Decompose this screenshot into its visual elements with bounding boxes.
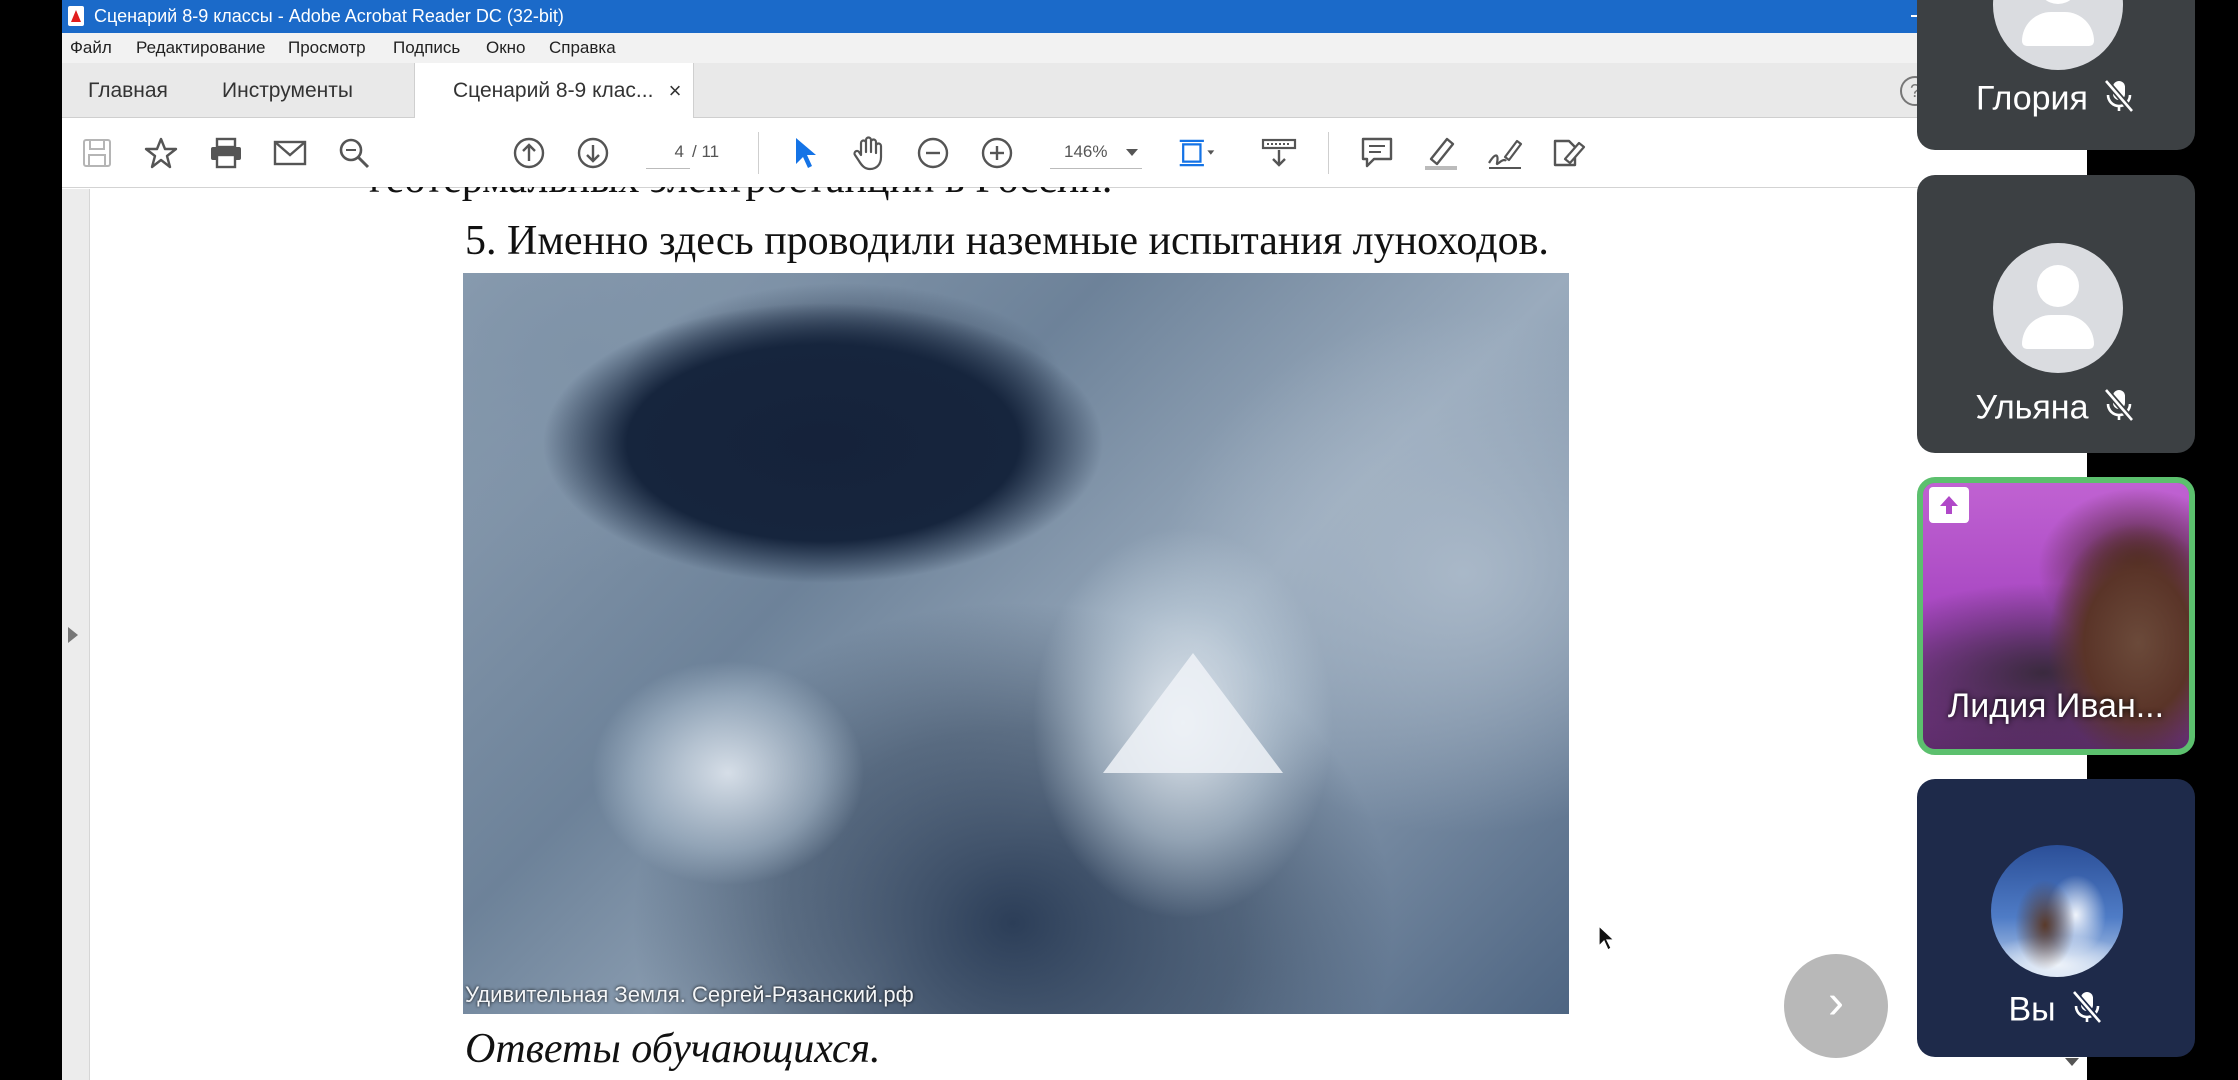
volcano-peak-shape <box>1103 653 1283 773</box>
participant-name: Глория <box>1976 79 2088 118</box>
left-panel-toggle[interactable] <box>62 189 90 1080</box>
toolbar-divider <box>1328 132 1329 174</box>
close-tab-icon[interactable]: × <box>669 63 682 118</box>
participant-tile-lidia[interactable]: Лидия Иван... <box>1917 477 2195 755</box>
avatar <box>1991 845 2123 977</box>
print-icon[interactable] <box>207 134 245 172</box>
next-page-icon[interactable] <box>574 134 612 172</box>
search-zoom-icon[interactable] <box>335 134 373 172</box>
zoom-level-select[interactable]: 146% <box>1050 135 1142 169</box>
participant-name-row: Ульяна <box>1917 387 2195 432</box>
chevron-right-icon: › <box>1828 976 1844 1029</box>
avatar <box>1993 0 2123 70</box>
menu-file[interactable]: Файл <box>70 38 112 58</box>
photo-caption: Удивительная Земля. Сергей-Рязанский.рф <box>465 982 914 1007</box>
tab-home[interactable]: Главная <box>88 63 168 118</box>
participant-name: Ульяна <box>1975 388 2089 427</box>
acrobat-app-icon <box>68 6 84 26</box>
zoom-level-value: 146% <box>1064 142 1108 161</box>
bookmark-star-icon[interactable] <box>142 134 180 172</box>
page-number-input[interactable]: 4 <box>646 135 690 169</box>
participant-tile-ulyana[interactable]: Ульяна <box>1917 175 2195 453</box>
participant-tile-gloria[interactable]: Глория <box>1917 0 2195 150</box>
mic-off-icon <box>2102 387 2136 432</box>
highlight-icon[interactable] <box>1422 134 1460 172</box>
prev-page-icon[interactable] <box>510 134 548 172</box>
comment-icon[interactable] <box>1358 134 1396 172</box>
document-viewport[interactable]: геотермальных электростанций в России. 5… <box>62 187 2087 1080</box>
window-title: Сценарий 8-9 классы - Adobe Acrobat Read… <box>94 6 564 26</box>
shared-screen: Сценарий 8-9 классы - Adobe Acrobat Read… <box>62 0 2087 1080</box>
menu-edit[interactable]: Редактирование <box>136 38 266 58</box>
page-total: / 11 <box>692 142 720 161</box>
participant-name: Лидия Иван... <box>1947 687 2165 725</box>
chevron-down-icon <box>1126 149 1138 156</box>
participant-tile-you[interactable]: Вы <box>1917 779 2195 1057</box>
next-button[interactable]: › <box>1784 954 1888 1058</box>
menu-window[interactable]: Окно <box>486 38 526 58</box>
fit-page-icon[interactable] <box>1178 134 1216 172</box>
tab-bar: Главная Инструменты Сценарий 8-9 клас...… <box>62 63 2087 119</box>
select-cursor-icon[interactable] <box>786 134 824 172</box>
email-icon[interactable] <box>271 134 309 172</box>
sign-icon[interactable] <box>1486 134 1524 172</box>
participant-name-row: Вы <box>1917 989 2195 1034</box>
tab-document[interactable]: Сценарий 8-9 клас... × <box>414 63 695 119</box>
scroll-down-icon[interactable] <box>2065 1058 2079 1066</box>
window-titlebar: Сценарий 8-9 классы - Adobe Acrobat Read… <box>62 0 2087 33</box>
scroll-mode-icon[interactable] <box>1260 134 1298 172</box>
zoom-out-icon[interactable] <box>914 134 952 172</box>
tab-tools[interactable]: Инструменты <box>222 63 353 118</box>
toolbar: 4 / 11 146% <box>62 118 2087 188</box>
menu-help[interactable]: Справка <box>549 38 616 58</box>
toolbar-divider <box>758 132 759 174</box>
zoom-in-icon[interactable] <box>978 134 1016 172</box>
mic-off-icon <box>2102 78 2136 123</box>
expand-panel-icon <box>68 627 78 643</box>
menu-view[interactable]: Просмотр <box>288 38 366 58</box>
hand-tool-icon[interactable] <box>850 134 888 172</box>
presenting-arrow-icon <box>1929 487 1969 523</box>
answers-text: Ответы обучающихся. <box>465 1026 881 1072</box>
menu-bar: Файл Редактирование Просмотр Подпись Окн… <box>62 33 2087 63</box>
participant-name-row: Глория <box>1917 78 2195 123</box>
menu-sign[interactable]: Подпись <box>393 38 460 58</box>
avatar <box>1993 243 2123 373</box>
satellite-photo: Удивительная Земля. Сергей-Рязанский.рф <box>463 273 1569 1014</box>
tab-document-label: Сценарий 8-9 клас... <box>453 79 654 102</box>
fill-sign-icon[interactable] <box>1550 134 1588 172</box>
question-text: 5. Именно здесь проводили наземные испыт… <box>465 218 1549 264</box>
mic-off-icon <box>2070 989 2104 1034</box>
participant-name: Вы <box>2008 990 2056 1029</box>
save-icon[interactable] <box>78 134 116 172</box>
